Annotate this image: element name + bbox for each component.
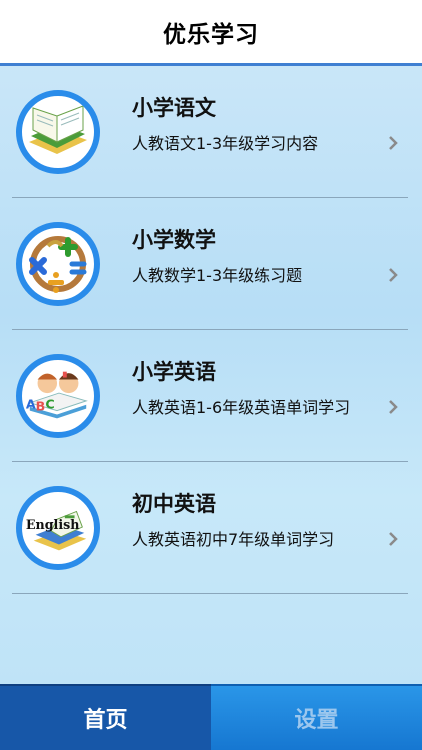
chevron-right-icon xyxy=(389,136,398,150)
course-subtitle: 人教数学1-3年级练习题 xyxy=(132,266,303,285)
english-label: English xyxy=(26,517,80,532)
course-subtitle: 人教英语初中7年级单词学习 xyxy=(132,530,335,549)
course-title: 小学语文 xyxy=(132,96,216,120)
tab-home-label: 首页 xyxy=(83,708,128,733)
chevron-right-icon xyxy=(389,532,398,546)
svg-text:C: C xyxy=(45,397,54,412)
tab-settings-label: 设置 xyxy=(294,708,339,733)
navigation-bar: 优乐学习 xyxy=(0,0,422,66)
tab-settings[interactable]: 设置 xyxy=(211,684,422,750)
course-subtitle: 人教英语1-6年级英语单词学习 xyxy=(132,398,351,417)
chevron-right-icon xyxy=(389,268,398,282)
course-title: 初中英语 xyxy=(132,492,216,516)
course-title: 小学英语 xyxy=(132,360,216,384)
course-item-junior-english[interactable]: English 初中英语 人教英语初中7年级单词学习 xyxy=(12,462,408,594)
course-list: 小学语文 人教语文1-3年级学习内容 小学数学 人教数学1-3年级练习题 A B… xyxy=(0,66,422,684)
kids-abc-book-icon: A B C xyxy=(16,354,100,438)
app-title: 优乐学习 xyxy=(163,21,259,48)
english-book-icon: English xyxy=(16,486,100,570)
chevron-right-icon xyxy=(389,400,398,414)
course-item-chinese[interactable]: 小学语文 人教语文1-3年级学习内容 xyxy=(12,66,408,198)
course-title: 小学数学 xyxy=(132,228,216,252)
svg-text:B: B xyxy=(36,399,46,414)
math-symbols-icon xyxy=(16,222,100,306)
course-item-primary-english[interactable]: A B C 小学英语 人教英语1-6年级英语单词学习 xyxy=(12,330,408,462)
tab-home[interactable]: 首页 xyxy=(0,684,211,750)
svg-text:A: A xyxy=(26,397,36,412)
course-subtitle: 人教语文1-3年级学习内容 xyxy=(132,134,319,153)
tab-bar: 首页 设置 xyxy=(0,684,422,750)
course-item-math[interactable]: 小学数学 人教数学1-3年级练习题 xyxy=(12,198,408,330)
book-icon xyxy=(16,90,100,174)
